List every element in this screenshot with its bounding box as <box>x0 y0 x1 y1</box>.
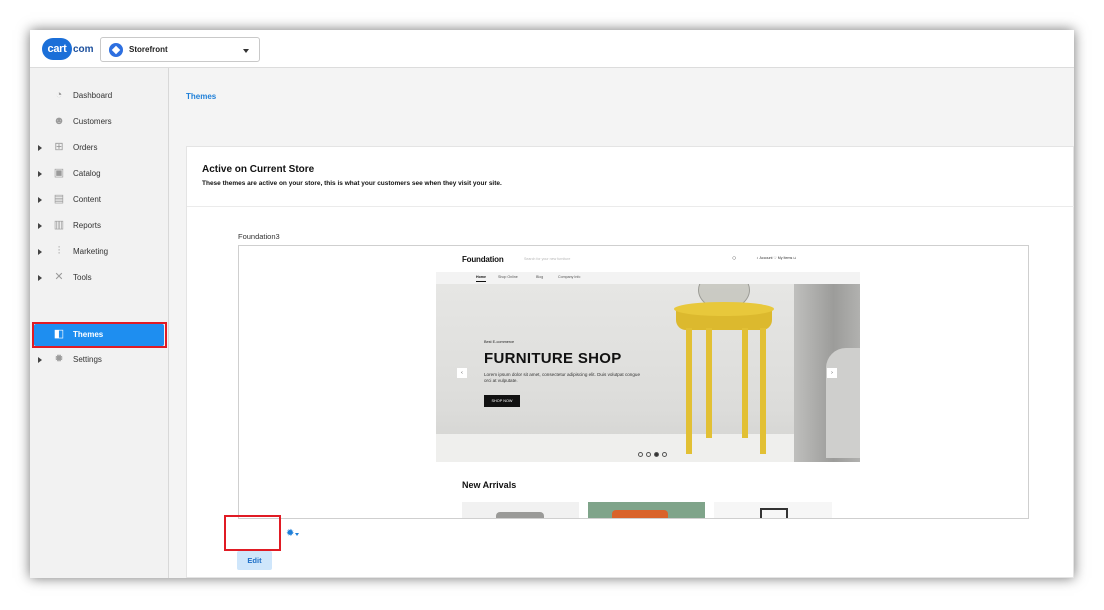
sidebar-item-label: Marketing <box>73 247 109 256</box>
preview-hero: Best E-commerce FURNITURE SHOP Lorem ips… <box>436 284 860 462</box>
active-themes-card: Active on Current Store These themes are… <box>186 146 1074 578</box>
preview-product-card <box>588 502 705 518</box>
edit-theme-button[interactable]: Edit <box>237 551 272 570</box>
carousel-dots <box>638 452 667 457</box>
carousel-dot <box>638 452 643 457</box>
sidebar-item-label: Orders <box>73 143 98 152</box>
product-shelf <box>760 508 788 518</box>
cart-icon: ⊞ <box>54 141 64 153</box>
preview-account-links: ♁ Account ♡ My Items ⊔ <box>756 256 796 260</box>
preview-wishlist: My Items <box>777 256 793 260</box>
content-icon: ▤ <box>53 193 65 205</box>
sidebar-item-dashboard[interactable]: ◔ Dashboard <box>34 85 164 107</box>
sidebar-item-catalog[interactable]: ▣ Catalog <box>34 163 164 185</box>
sidebar-item-label: Dashboard <box>73 91 113 100</box>
sidebar-item-settings[interactable]: ✹ Settings <box>34 349 164 371</box>
sidebar-item-customers[interactable]: ☻ Customers <box>34 111 164 133</box>
expand-arrow-icon[interactable] <box>38 145 42 151</box>
sidebar: ◔ Dashboard ☻ Customers ⊞ Orders ▣ Catal… <box>30 68 169 578</box>
hero-shop-now-button: SHOP NOW <box>484 395 520 407</box>
sidebar-item-orders[interactable]: ⊞ Orders <box>34 137 164 159</box>
logo-suffix: com <box>73 43 94 55</box>
tools-icon: ✕ <box>54 271 64 283</box>
carousel-dot-active <box>654 452 659 457</box>
user-icon: ♁ <box>756 256 759 260</box>
hero-table-top <box>674 302 774 316</box>
store-selector-value: Storefront <box>129 45 168 54</box>
breadcrumb[interactable]: Themes <box>186 92 216 101</box>
expand-arrow-icon[interactable] <box>38 249 42 255</box>
gear-icon[interactable]: ✹ <box>286 528 294 539</box>
preview-product-card <box>714 502 832 518</box>
storefront-preview: Foundation Search for your new furniture… <box>436 246 860 518</box>
preview-account: Account <box>759 256 773 260</box>
search-icon: ○ <box>732 255 737 262</box>
marketing-icon: ⫶ <box>57 245 61 257</box>
preview-search-placeholder: Search for your new furniture <box>524 257 571 261</box>
annotation-highlight-edit <box>224 515 281 551</box>
cart-logo[interactable]: cart com <box>42 37 94 61</box>
sidebar-item-label: Catalog <box>73 169 101 178</box>
chevron-down-icon <box>243 49 249 53</box>
chevron-right-icon: › <box>827 368 837 378</box>
sidebar-item-reports[interactable]: ▥ Reports <box>34 215 164 237</box>
product-chair <box>496 512 544 518</box>
expand-arrow-icon[interactable] <box>38 357 42 363</box>
preview-nav: Home Shop Online Blog Company Info <box>436 272 860 284</box>
top-bar: cart com Storefront <box>30 30 1074 68</box>
sidebar-item-label: Customers <box>73 117 112 126</box>
hero-table-leg <box>760 328 766 454</box>
annotation-highlight-themes <box>32 322 167 348</box>
customers-icon: ☻ <box>53 115 65 127</box>
hero-body: Lorem ipsum dolor sit amet, consectetur … <box>484 372 641 383</box>
logo-mark: cart <box>42 38 72 60</box>
settings-icon: ✹ <box>54 353 64 365</box>
card-title: Active on Current Store <box>202 164 315 175</box>
card-subtitle: These themes are active on your store, t… <box>202 180 502 187</box>
chevron-left-icon: ‹ <box>457 368 467 378</box>
sidebar-item-label: Content <box>73 195 102 204</box>
sidebar-item-content[interactable]: ▤ Content <box>34 189 164 211</box>
sidebar-item-marketing[interactable]: ⫶ Marketing <box>34 241 164 263</box>
theme-name: Foundation3 <box>238 232 280 241</box>
preview-nav-blog: Blog <box>536 275 544 279</box>
hero-table-leg <box>686 328 692 454</box>
hero-kicker: Best E-commerce <box>484 340 515 344</box>
chevron-down-icon[interactable] <box>295 533 299 536</box>
hero-title: FURNITURE SHOP <box>484 350 622 367</box>
sidebar-item-label: Reports <box>73 221 102 230</box>
breadcrumb-area: Themes <box>170 68 1074 146</box>
preview-section-title: New Arrivals <box>462 480 517 490</box>
preview-header: Foundation Search for your new furniture… <box>436 246 860 272</box>
expand-arrow-icon[interactable] <box>38 197 42 203</box>
carousel-dot <box>662 452 667 457</box>
store-selector[interactable]: Storefront <box>100 37 260 62</box>
product-sofa <box>612 510 668 518</box>
preview-nav-home: Home <box>476 275 486 282</box>
storefront-icon <box>109 42 123 57</box>
app-window: cart com Storefront ◔ Dashboard ☻ Custome… <box>30 30 1074 578</box>
sidebar-item-label: Settings <box>73 355 102 364</box>
expand-arrow-icon[interactable] <box>38 223 42 229</box>
heart-icon: ♡ <box>773 256 777 260</box>
preview-nav-company: Company Info <box>558 275 581 279</box>
card-header: Active on Current Store These themes are… <box>187 147 1074 207</box>
expand-arrow-icon[interactable] <box>38 275 42 281</box>
carousel-dot <box>646 452 651 457</box>
hero-sofa-arm <box>826 348 860 458</box>
catalog-icon: ▣ <box>53 167 65 179</box>
hero-table-leg <box>706 328 712 438</box>
preview-product-card <box>462 502 579 518</box>
theme-preview[interactable]: Foundation Search for your new furniture… <box>238 245 1029 519</box>
cart-icon: ⊔ <box>793 256 797 260</box>
sidebar-item-tools[interactable]: ✕ Tools <box>34 267 164 289</box>
dashboard-icon: ◔ <box>55 89 63 101</box>
preview-brand: Foundation <box>462 255 504 264</box>
reports-icon: ▥ <box>53 219 65 231</box>
expand-arrow-icon[interactable] <box>38 171 42 177</box>
sidebar-item-label: Tools <box>73 273 92 282</box>
hero-table-leg <box>742 328 748 438</box>
preview-nav-shop: Shop Online <box>498 275 518 279</box>
